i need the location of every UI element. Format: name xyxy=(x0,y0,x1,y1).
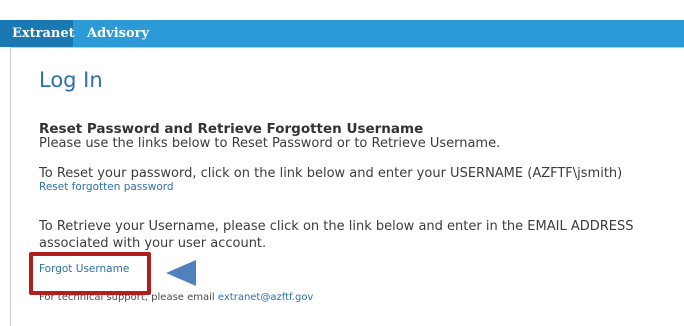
left-arrow-icon xyxy=(166,260,375,286)
reset-password-link[interactable]: Reset forgotten password xyxy=(39,181,174,193)
page-title: Log In xyxy=(39,68,103,92)
tab-extranet[interactable]: Extranet xyxy=(0,20,75,47)
highlight-box xyxy=(29,252,151,295)
top-strip xyxy=(0,0,684,20)
retrieve-instructions-line2: associated with your user account. xyxy=(39,236,267,251)
top-nav-bar: Extranet Advisory xyxy=(0,20,684,47)
reset-instructions: To Reset your password, click on the lin… xyxy=(39,166,623,181)
section-heading: Reset Password and Retrieve Forgotten Us… xyxy=(39,121,424,137)
retrieve-instructions-line1: To Retrieve your Username, please click … xyxy=(39,219,634,234)
intro-text: Please use the links below to Reset Pass… xyxy=(39,136,501,151)
tab-advisory[interactable]: Advisory xyxy=(73,20,161,47)
support-email-link[interactable]: extranet@azftf.gov xyxy=(218,292,313,303)
